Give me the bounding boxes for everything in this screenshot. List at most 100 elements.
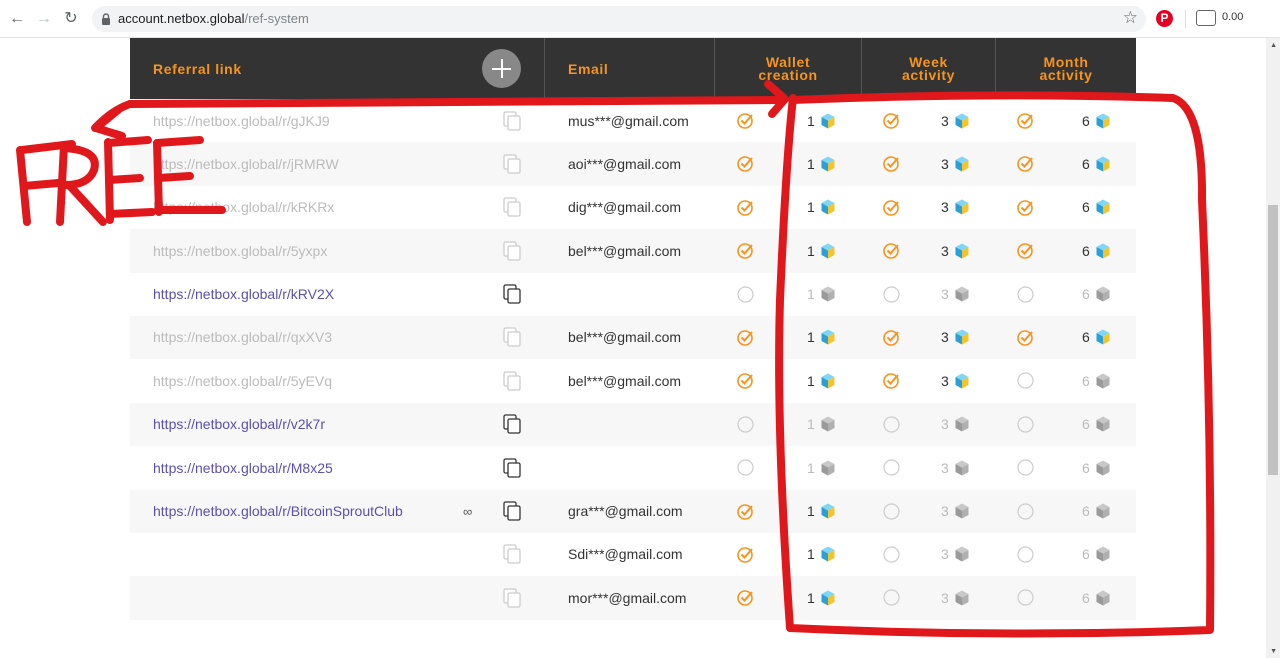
wallet-reward: 1 [807,186,835,229]
table-row: https://netbox.global/r/M8x25 1 3 6 [130,446,1136,489]
week-reward: 3 [941,273,969,316]
header-wallet-creation: Wallet creation [758,53,818,83]
netbox-coin-inactive-icon [955,503,969,519]
month-checked-icon [1017,330,1033,346]
scrollbar-thumb[interactable] [1268,205,1278,475]
copy-icon[interactable] [503,371,521,391]
wallet-creation-status [737,359,754,402]
netbox-coin-icon [821,590,835,606]
copy-icon[interactable] [503,241,521,261]
referral-link[interactable]: https://netbox.global/r/BitcoinSproutClu… [153,490,403,533]
referral-email: bel***@gmail.com [568,329,682,346]
month-unchecked-icon [1017,546,1034,563]
copy-link-button[interactable] [503,142,521,185]
referral-email: aoi***@gmail.com [568,155,682,172]
week-checked-icon [883,243,899,259]
scroll-up-icon[interactable]: ▲ [1270,42,1277,49]
netbox-coin-inactive-icon [1096,286,1110,302]
copy-icon[interactable] [503,457,521,478]
copy-link-button[interactable] [503,273,521,316]
copy-link-button[interactable] [503,576,521,619]
month-reward: 6 [1082,533,1110,576]
copy-icon[interactable] [503,588,521,608]
copy-link-button[interactable] [503,186,521,229]
table-row: https://netbox.global/r/jRMRW aoi***@gma… [130,142,1136,186]
annotation-stroke [18,140,76,154]
copy-link-button[interactable] [503,533,521,576]
copy-link-button[interactable] [503,490,521,533]
referral-link[interactable]: https://netbox.global/r/kRKRx [153,186,334,229]
copy-icon[interactable] [503,197,521,217]
add-link-button[interactable] [482,49,521,88]
month-activity-status [1017,229,1034,272]
month-activity-status [1017,142,1034,185]
address-bar[interactable]: account.netbox.global/ref-system ☆ [92,6,1146,32]
scroll-down-icon[interactable]: ▼ [1270,648,1277,655]
referral-link[interactable]: https://netbox.global/r/v2k7r [153,403,325,446]
wallet-checked-icon [737,373,753,390]
week-reward: 3 [941,403,969,446]
wallet-creation-status [737,446,754,489]
week-activity-status [883,359,900,402]
referral-link[interactable]: https://netbox.global/r/M8x25 [153,446,333,489]
url-text: account.netbox.global/ref-system [118,11,309,26]
copy-icon[interactable] [503,154,521,174]
pinterest-icon[interactable]: P [1156,10,1173,27]
week-activity-status [883,186,900,229]
month-activity-status [1017,446,1034,489]
copy-icon[interactable] [503,501,521,521]
copy-icon[interactable] [503,327,521,348]
month-reward: 6 [1082,446,1110,489]
week-reward: 3 [941,576,969,619]
netbox-coin-inactive-icon [1096,503,1110,519]
copy-link-button[interactable] [503,316,521,359]
copy-icon[interactable] [503,544,521,565]
wallet-unchecked-icon [737,285,754,303]
copy-link-button[interactable] [503,446,521,489]
wallet-checked-icon [737,156,753,173]
copy-icon[interactable] [503,110,521,131]
referral-link[interactable]: https://netbox.global/r/5yxpx [153,229,327,272]
wallet-creation-status [737,533,754,576]
week-reward: 3 [941,186,969,229]
month-activity-status [1017,533,1034,576]
header-week-activity: Week activity [901,53,956,83]
referral-link[interactable]: https://netbox.global/r/kRV2X [153,273,334,316]
annotation-stroke [58,144,99,190]
month-activity-status [1017,490,1034,533]
referral-link[interactable]: https://netbox.global/r/jRMRW [153,142,339,185]
reload-icon[interactable]: ↻ [60,8,82,30]
bookmark-star-icon[interactable]: ☆ [1123,8,1138,28]
copy-link-button[interactable] [503,403,521,446]
netbox-coin-icon [821,113,835,128]
extension-icon[interactable] [1196,10,1216,26]
wallet-creation-status [737,229,754,272]
arrow-right-icon[interactable]: → [33,8,55,30]
wallet-unchecked-icon [737,459,754,476]
week-activity-status [883,316,900,359]
copy-link-button[interactable] [503,359,521,402]
wallet-creation-status [737,142,754,185]
wallet-creation-status [737,403,754,446]
wallet-reward: 1 [807,446,835,489]
referral-link[interactable]: https://netbox.global/r/5yEVq [153,359,332,402]
copy-icon[interactable] [503,414,521,434]
wallet-reward: 1 [807,403,835,446]
arrow-left-icon[interactable]: ← [6,8,28,30]
toolbar-divider [1185,10,1186,28]
referral-link[interactable]: https://netbox.global/r/gJKJ9 [153,99,330,142]
week-unchecked-icon [883,459,900,476]
copy-link-button[interactable] [503,229,521,272]
wallet-reward: 1 [807,576,835,619]
copy-link-button[interactable] [503,99,521,142]
wallet-reward: 1 [807,359,835,402]
week-checked-icon [883,156,899,173]
month-reward: 6 [1082,490,1110,533]
netbox-coin-inactive-icon [1096,460,1110,476]
week-activity-status [883,273,900,316]
wallet-unchecked-icon [737,416,754,433]
table-row: https://netbox.global/r/gJKJ9 mus***@gma… [130,99,1136,142]
copy-icon[interactable] [503,284,521,304]
referral-link[interactable]: https://netbox.global/r/qxXV3 [153,316,332,359]
wallet-reward: 1 [807,533,835,576]
